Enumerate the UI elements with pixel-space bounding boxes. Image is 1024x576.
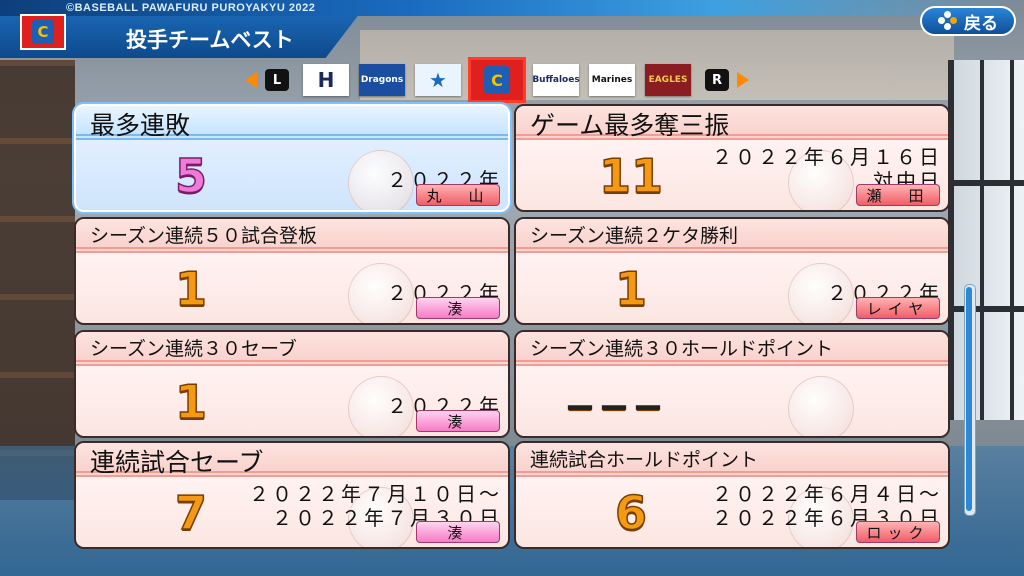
back-button-label: 戻る [964, 13, 998, 34]
team-logo-mark: EAGLES [648, 75, 688, 85]
team-letter: C [32, 20, 54, 44]
back-button[interactable]: 戻る [920, 6, 1016, 36]
next-team-arrow-icon[interactable] [737, 72, 749, 88]
record-label: シーズン連続５０試合登板 [90, 225, 318, 247]
team-logo-mark: C [484, 66, 510, 94]
record-card[interactable]: ゲーム最多奪三振 11 ２０２２年６月１６日 対中日瀬 田 [514, 104, 950, 212]
team-logo-mark: ★ [429, 68, 447, 92]
team-logo-5[interactable]: Marines [589, 64, 635, 96]
record-card[interactable]: シーズン連続２ケタ勝利 1 ２０２２年 レイヤ [514, 217, 950, 325]
record-label: シーズン連続３０セーブ [90, 338, 297, 360]
team-logo-mark: Marines [591, 75, 633, 85]
player-name-badge: 湊 [416, 521, 500, 543]
team-selector: L H Dragons ★ C Buffaloes Marines EAGLES R [245, 57, 749, 103]
scrollbar[interactable] [964, 284, 976, 516]
player-name-badge: レイヤ [856, 297, 940, 319]
team-logo-2[interactable]: ★ [415, 64, 461, 96]
record-value: 1 [614, 261, 648, 317]
team-flag-icon: C [20, 14, 66, 50]
player-name-badge: 丸 山 [416, 184, 500, 206]
team-logo-mark: Dragons [360, 75, 404, 85]
header: ©BASEBALL PAWAFURU PUROYAKYU 2022 C 投手チー… [0, 0, 1024, 58]
background-window [948, 60, 1024, 420]
record-label: 連続試合ホールドポイント [530, 449, 759, 471]
prev-team-arrow-icon[interactable] [245, 72, 257, 88]
record-label: シーズン連続３０ホールドポイント [530, 338, 834, 360]
record-value: －－－ [564, 391, 667, 428]
scrollbar-thumb[interactable] [966, 287, 972, 511]
record-card[interactable]: シーズン連続５０試合登板 1 ２０２２年湊 [74, 217, 510, 325]
team-logo-mark: H [317, 68, 335, 92]
record-card[interactable]: 最多連敗 5 ２０２２年丸 山 [74, 104, 510, 212]
record-label: 最多連敗 [90, 111, 191, 140]
team-logo-1[interactable]: Dragons [359, 64, 405, 96]
button-cluster-icon [938, 11, 958, 31]
record-label: ゲーム最多奪三振 [530, 111, 730, 140]
record-value: 1 [174, 374, 208, 430]
record-card[interactable]: 連続試合セーブ 7 ２０２２年７月１０日～ ２０２２年７月３０日湊 [74, 441, 510, 549]
record-card[interactable]: シーズン連続３０セーブ 1 ２０２２年湊 [74, 330, 510, 438]
record-value: 1 [174, 261, 208, 317]
baseball-watermark-icon [788, 376, 854, 436]
record-card[interactable]: 連続試合ホールドポイント 6 ２０２２年６月４日～ ２０２２年６月３０日 ロック [514, 441, 950, 549]
player-name-badge: ロック [856, 521, 940, 543]
record-label: 連続試合セーブ [90, 448, 264, 477]
record-card[interactable]: シーズン連続３０ホールドポイント －－－ [514, 330, 950, 438]
r-key-icon[interactable]: R [705, 69, 729, 91]
background-bookshelf [0, 60, 75, 500]
record-label: シーズン連続２ケタ勝利 [530, 225, 739, 247]
page-title: 投手チームベスト [126, 28, 294, 52]
team-logo-list: H Dragons ★ C Buffaloes Marines EAGLES [303, 57, 691, 103]
player-name-badge: 湊 [416, 297, 500, 319]
team-logo-0[interactable]: H [303, 64, 349, 96]
copyright-text: ©BASEBALL PAWAFURU PUROYAKYU 2022 [66, 2, 316, 14]
record-value: 5 [174, 148, 208, 204]
team-logo-3[interactable]: C [468, 57, 526, 103]
team-logo-mark: Buffaloes [532, 75, 580, 85]
player-name-badge: 瀬 田 [856, 184, 940, 206]
l-key-icon[interactable]: L [265, 69, 289, 91]
player-name-badge: 湊 [416, 410, 500, 432]
team-logo-6[interactable]: EAGLES [645, 64, 691, 96]
team-logo-4[interactable]: Buffaloes [532, 64, 580, 96]
